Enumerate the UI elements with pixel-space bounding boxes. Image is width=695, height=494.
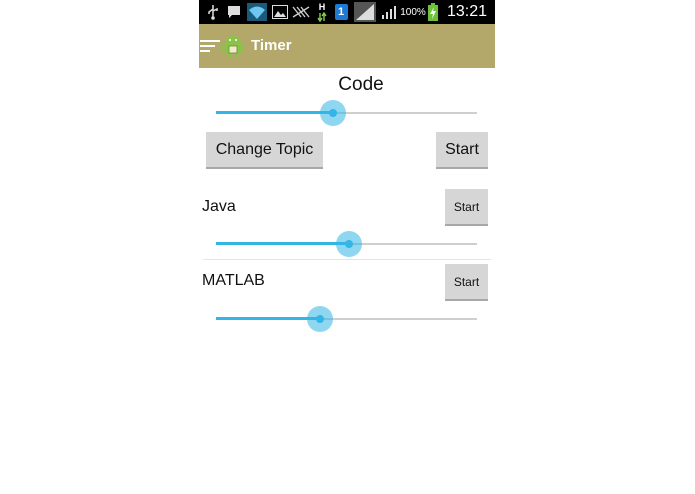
main-topic-slider[interactable] (216, 99, 477, 127)
action-bar-title: Timer (251, 37, 292, 54)
signal-icon-2 (380, 0, 400, 24)
signal-icon (353, 0, 377, 24)
notification-count: 1 (334, 4, 348, 20)
action-bar: Timer (199, 24, 495, 68)
wifi-icon (247, 0, 267, 24)
clock: 13:21 (446, 3, 488, 20)
topic-java-start-button[interactable]: Start (445, 189, 488, 226)
battery-charging-icon (427, 0, 439, 24)
slider-fill (216, 111, 334, 114)
main-start-button[interactable]: Start (436, 132, 488, 169)
status-bar: H 1 100% 13:21 (199, 0, 495, 24)
slider-fill (216, 317, 321, 320)
chat-icon (226, 0, 242, 24)
topic-matlab-slider[interactable] (216, 305, 477, 333)
android-app-icon (221, 33, 245, 59)
no-sim-icon (292, 0, 310, 24)
image-icon (271, 0, 289, 24)
topic-java-slider[interactable] (216, 230, 477, 258)
slider-fill (216, 242, 350, 245)
change-topic-button[interactable]: Change Topic (206, 132, 323, 169)
notification-badge-icon: 1 (334, 0, 348, 24)
topic-divider (203, 259, 491, 260)
battery-percent: 100% (400, 6, 426, 18)
drawer-menu-icon[interactable] (199, 38, 221, 54)
topic-java-label: Java (202, 198, 236, 215)
usb-icon (205, 0, 221, 24)
data-activity-icon: H (315, 0, 329, 24)
main-topic-label: Code (338, 74, 384, 95)
h-indicator: H (318, 1, 326, 12)
topic-matlab-start-button[interactable]: Start (445, 264, 488, 301)
topic-matlab-label: MATLAB (202, 272, 265, 289)
phone-screen: H 1 100% 13:21 Timer Code Change Topic S… (199, 0, 495, 494)
